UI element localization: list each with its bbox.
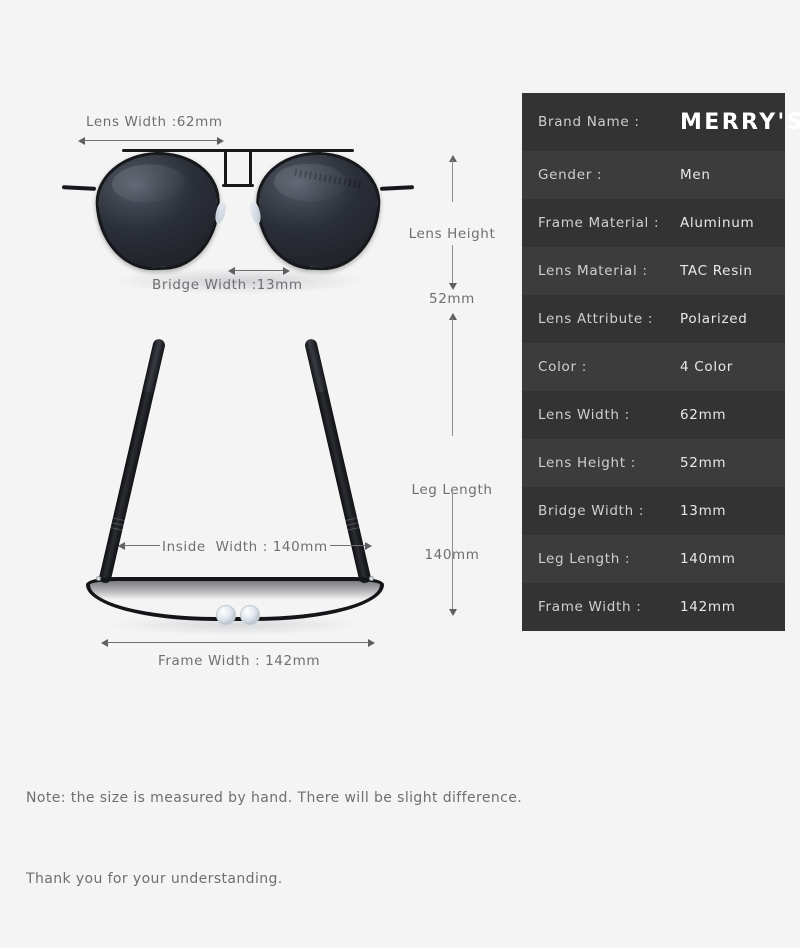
bridge-width-arrow: [228, 266, 290, 275]
temple-hinge-rings-left: [109, 517, 125, 534]
spec-row-lens-height: Lens Height : 52mm: [522, 439, 785, 487]
spec-row-frame-width: Frame Width : 142mm: [522, 583, 785, 631]
disclaimer-note-line2: Thank you for your understanding.: [26, 871, 283, 888]
temple-hinge-rings-right: [345, 517, 361, 534]
hinge-screw-left: [96, 576, 101, 581]
frame-width-label: Frame Width : 142mm: [158, 653, 321, 669]
spec-key-lens-material: Lens Material :: [538, 263, 648, 279]
spec-value-color: 4 Color: [680, 359, 734, 375]
arrow-line: [123, 545, 160, 546]
spec-row-frame-material: Frame Material : Aluminum: [522, 199, 785, 247]
lens-left: [93, 149, 223, 273]
lens-width-label: Lens Width :62mm: [86, 114, 223, 130]
nose-pad-top-left: [216, 605, 236, 625]
arrow-line: [452, 245, 453, 285]
disclaimer-note-line1: Note: the size is measured by hand. Ther…: [26, 789, 523, 806]
aviator-sunglasses-top-view: [80, 325, 390, 635]
spec-value-lens-attribute: Polarized: [680, 311, 748, 327]
spec-key-lens-attribute: Lens Attribute :: [538, 311, 654, 327]
frame-width-arrow: [101, 638, 375, 647]
arrow-head-right-icon: [283, 266, 290, 275]
spec-key-bridge-width: Bridge Width :: [538, 503, 645, 519]
spec-value-bridge-width: 13mm: [680, 503, 727, 519]
bridge-post-right: [249, 150, 252, 186]
arrow-line: [233, 270, 285, 271]
spec-value-leg-length: 140mm: [680, 551, 736, 567]
arrow-line: [452, 318, 453, 436]
bridge-width-label: Bridge Width :13mm: [152, 277, 303, 293]
spec-value-gender: Men: [680, 167, 711, 183]
leg-length-arrow-top: [448, 313, 457, 441]
arrow-line: [452, 492, 453, 611]
spec-value-lens-width: 62mm: [680, 407, 727, 423]
brow-bar: [122, 149, 354, 152]
spec-key-lens-width: Lens Width :: [538, 407, 630, 423]
spec-key-brand-name: Brand Name :: [538, 114, 640, 130]
temple-tip-left: [142, 338, 167, 394]
arrow-head-down-icon: [448, 283, 457, 290]
lens-right: [253, 149, 383, 273]
spec-row-lens-width: Lens Width : 62mm: [522, 391, 785, 439]
spec-row-color: Color : 4 Color: [522, 343, 785, 391]
inside-width-label: Inside Width : 140mm: [162, 539, 328, 555]
arrow-head-right-icon: [365, 541, 372, 550]
nose-pad-top-right: [240, 605, 260, 625]
spec-value-lens-height: 52mm: [680, 455, 727, 471]
product-spec-image: Lens Width :62mm Bridge Width:13mm Lens…: [0, 0, 800, 887]
spec-row-lens-material: Lens Material : TAC Resin: [522, 247, 785, 295]
hinge-screw-right: [369, 576, 374, 581]
spec-key-frame-material: Frame Material :: [538, 215, 660, 231]
spec-key-gender: Gender :: [538, 167, 603, 183]
spec-row-brand-name: Brand Name : MERRY'S: [522, 93, 800, 151]
spec-row-bridge-width: Bridge Width : 13mm: [522, 487, 785, 535]
diagram-area: Lens Width :62mm Bridge Width:13mm Lens…: [0, 0, 520, 720]
arrow-line: [330, 545, 367, 546]
brand-logo: MERRY'S: [680, 109, 800, 135]
inside-width-arrow-left: [118, 541, 160, 550]
temple-tip-right: [303, 338, 328, 394]
lens-height-label-line2: 52mm: [429, 290, 475, 307]
leg-length-arrow-bottom: [448, 487, 457, 616]
spec-key-frame-width: Frame Width :: [538, 599, 642, 615]
aviator-sunglasses-front-view: [61, 140, 415, 294]
spec-key-color: Color :: [538, 359, 587, 375]
arrow-head-down-icon: [448, 609, 457, 616]
spec-row-gender: Gender : Men: [522, 151, 785, 199]
inside-width-arrow-right: [330, 541, 372, 550]
bridge-post-left: [224, 150, 227, 186]
lens-brand-etching: [294, 168, 363, 189]
disclaimer-note: Note: the size is measured by hand. Ther…: [26, 730, 566, 948]
temple-left: [61, 185, 97, 191]
spec-value-lens-material: TAC Resin: [680, 263, 753, 279]
arrow-line: [106, 642, 370, 643]
spec-row-leg-length: Leg Length : 140mm: [522, 535, 785, 583]
arrow-head-right-icon: [368, 638, 375, 647]
specification-panel: Brand Name : MERRY'S Gender : Men Frame …: [522, 93, 800, 631]
lens-height-arrow-bottom: [448, 240, 457, 290]
spec-value-frame-material: Aluminum: [680, 215, 755, 231]
spec-value-frame-width: 142mm: [680, 599, 736, 615]
spec-row-lens-attribute: Lens Attribute : Polarized: [522, 295, 785, 343]
spec-key-leg-length: Leg Length :: [538, 551, 631, 567]
bridge-bar: [222, 184, 254, 187]
spec-key-lens-height: Lens Height :: [538, 455, 637, 471]
